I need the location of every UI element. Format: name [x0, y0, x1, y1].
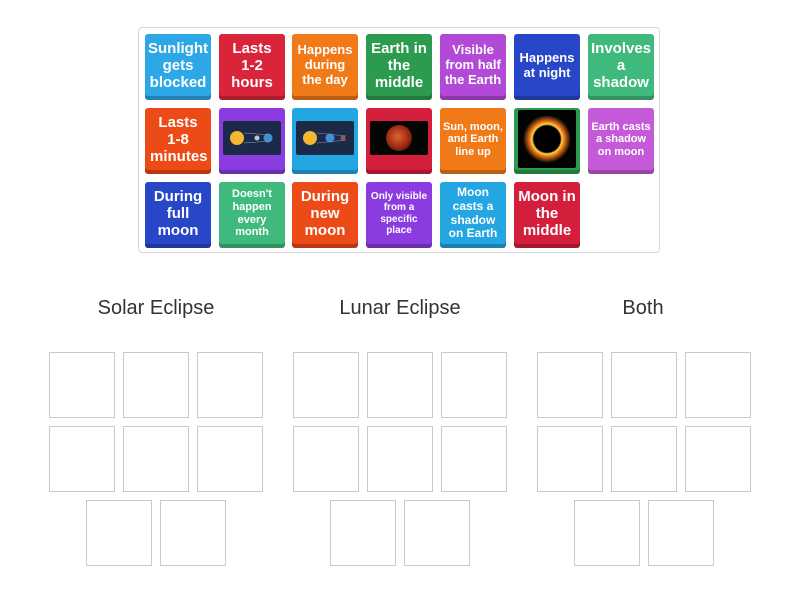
drop-slot-both[interactable]	[648, 500, 714, 566]
tile-visible-from-half-the-earth[interactable]: Visible from half the Earth	[440, 34, 506, 100]
drop-slot-both[interactable]	[574, 500, 640, 566]
drop-slot-solar[interactable]	[49, 426, 115, 492]
tile-label: Doesn't happen every month	[232, 188, 272, 239]
drop-slot-both[interactable]	[685, 352, 751, 418]
tile-label: During full moon	[153, 187, 203, 240]
tile-happens-during-the-day[interactable]: Happens during the day	[292, 34, 358, 100]
tile-label: Sun, moon, and Earth line up	[443, 120, 503, 158]
tile-solar-ring-photo[interactable]	[514, 108, 580, 174]
tile-label: During new moon	[300, 187, 350, 240]
sun-earth-moon-diagram-icon	[223, 121, 281, 155]
tile-solar-eclipse-diagram[interactable]	[219, 108, 285, 174]
drop-slot-solar[interactable]	[123, 426, 189, 492]
tile-earth-in-the-middle[interactable]: Earth in the middle	[366, 34, 432, 100]
tile-label: Only visible from a specific place	[370, 190, 428, 237]
tile-label: Happens during the day	[297, 42, 353, 87]
drop-slot-both[interactable]	[537, 352, 603, 418]
drop-slot-both[interactable]	[537, 426, 603, 492]
drop-slot-lunar[interactable]	[330, 500, 396, 566]
tile-moon-in-the-middle[interactable]: Moon in the middle	[514, 182, 580, 248]
tile-label: Visible from half the Earth	[444, 42, 502, 87]
tile-label: Sunlight gets blocked	[148, 39, 208, 92]
tile-lasts-1-2-hours[interactable]: Lasts 1-2 hours	[219, 34, 285, 100]
tile-label: Lasts 1-8 minutes	[150, 113, 208, 166]
drop-slot-solar[interactable]	[86, 500, 152, 566]
tile-moon-casts-shadow-on-earth[interactable]: Moon casts a shadow on Earth	[440, 182, 506, 248]
tile-during-full-moon[interactable]: During full moon	[145, 182, 211, 248]
tile-during-new-moon[interactable]: During new moon	[292, 182, 358, 248]
drop-slot-both[interactable]	[611, 352, 677, 418]
tile-label: Involves a shadow	[590, 39, 652, 92]
tile-sun-moon-earth-line-up[interactable]: Sun, moon, and Earth line up	[440, 108, 506, 174]
drop-slot-solar[interactable]	[197, 426, 263, 492]
drop-slot-lunar[interactable]	[404, 500, 470, 566]
blood-moon-icon	[370, 121, 428, 155]
tile-lasts-1-8-minutes[interactable]: Lasts 1-8 minutes	[145, 108, 211, 174]
drop-slot-both[interactable]	[685, 426, 751, 492]
group-heading-both: Both	[622, 297, 664, 319]
tile-lunar-eclipse-diagram[interactable]	[292, 108, 358, 174]
drop-slot-solar[interactable]	[123, 352, 189, 418]
tile-only-visible-from-specific-place[interactable]: Only visible from a specific place	[366, 182, 432, 248]
drop-slot-lunar[interactable]	[293, 426, 359, 492]
tile-label: Earth in the middle	[371, 39, 427, 92]
eclipse-ring-icon	[518, 109, 576, 168]
tile-label: Lasts 1-2 hours	[231, 39, 273, 92]
tile-happens-at-night[interactable]: Happens at night	[514, 34, 580, 100]
drop-slot-solar[interactable]	[197, 352, 263, 418]
drop-slot-solar[interactable]	[49, 352, 115, 418]
tile-earth-casts-shadow-on-moon[interactable]: Earth casts a shadow on moon	[588, 108, 654, 174]
drop-slot-solar[interactable]	[160, 500, 226, 566]
drop-slot-lunar[interactable]	[367, 426, 433, 492]
group-heading-solar: Solar Eclipse	[97, 297, 215, 319]
tile-label: Moon in the middle	[518, 187, 576, 240]
tile-involves-a-shadow[interactable]: Involves a shadow	[588, 34, 654, 100]
tile-blood-moon-photo[interactable]	[366, 108, 432, 174]
tile-label: Earth casts a shadow on moon	[591, 120, 651, 158]
tile-doesnt-happen-every-month[interactable]: Doesn't happen every month	[219, 182, 285, 248]
sun-earth-moon-diagram-icon	[296, 121, 354, 155]
drop-slot-lunar[interactable]	[293, 352, 359, 418]
group-heading-lunar: Lunar Eclipse	[339, 297, 461, 319]
drop-slot-lunar[interactable]	[441, 426, 507, 492]
drop-slot-both[interactable]	[611, 426, 677, 492]
tile-label: Happens at night	[519, 49, 575, 80]
tile-sunlight-gets-blocked[interactable]: Sunlight gets blocked	[145, 34, 211, 100]
drop-slot-lunar[interactable]	[367, 352, 433, 418]
tile-label: Moon casts a shadow on Earth	[448, 184, 498, 241]
drop-slot-lunar[interactable]	[441, 352, 507, 418]
